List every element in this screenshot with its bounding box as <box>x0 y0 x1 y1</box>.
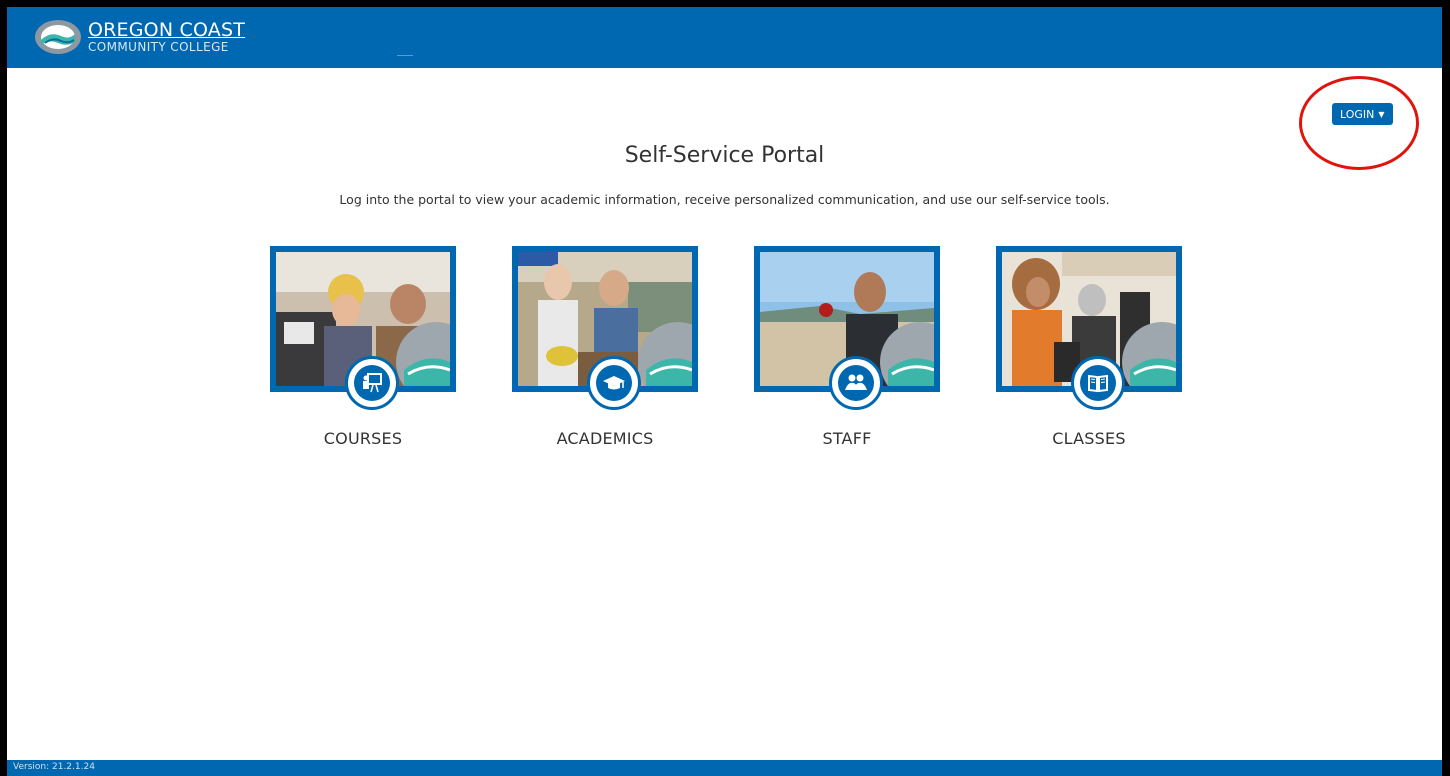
logo-subtitle: COMMUNITY COLLEGE <box>88 40 229 54</box>
tile-label: COURSES <box>323 429 403 448</box>
tile-icon-badge <box>829 356 883 410</box>
page-title: Self-Service Portal <box>624 143 825 168</box>
top-navbar: OREGON COAST COMMUNITY COLLEGE <box>7 7 1442 68</box>
logo-title: OREGON COAST <box>88 19 246 41</box>
college-logo-icon <box>35 20 81 54</box>
people-icon <box>845 374 867 390</box>
tile-classes[interactable]: CLASSES <box>996 246 1182 461</box>
page: OREGON COAST COMMUNITY COLLEGE LOGIN ▼ S… <box>7 7 1442 776</box>
tile-staff[interactable]: STAFF <box>754 246 940 461</box>
version-text: Version: 21.2.1.24 <box>13 762 95 772</box>
page-description: Log into the portal to view your academi… <box>339 192 1110 207</box>
graduation-cap-icon <box>603 376 625 390</box>
book-icon <box>1088 374 1108 393</box>
tile-label: STAFF <box>822 429 872 448</box>
footer: Version: 21.2.1.24 <box>7 760 1442 776</box>
tile-academics[interactable]: ACADEMICS <box>512 246 698 461</box>
tile-icon-badge <box>587 356 641 410</box>
college-logo-link[interactable]: OREGON COAST COMMUNITY COLLEGE <box>34 13 245 61</box>
tile-label: CLASSES <box>1052 429 1126 448</box>
skip-to-content-link[interactable] <box>397 55 413 56</box>
tile-label: ACADEMICS <box>556 429 654 448</box>
presentation-icon <box>363 373 382 393</box>
tile-icon-badge <box>345 356 399 410</box>
tile-icon-badge <box>1071 356 1125 410</box>
tile-courses[interactable]: COURSES <box>270 246 456 461</box>
